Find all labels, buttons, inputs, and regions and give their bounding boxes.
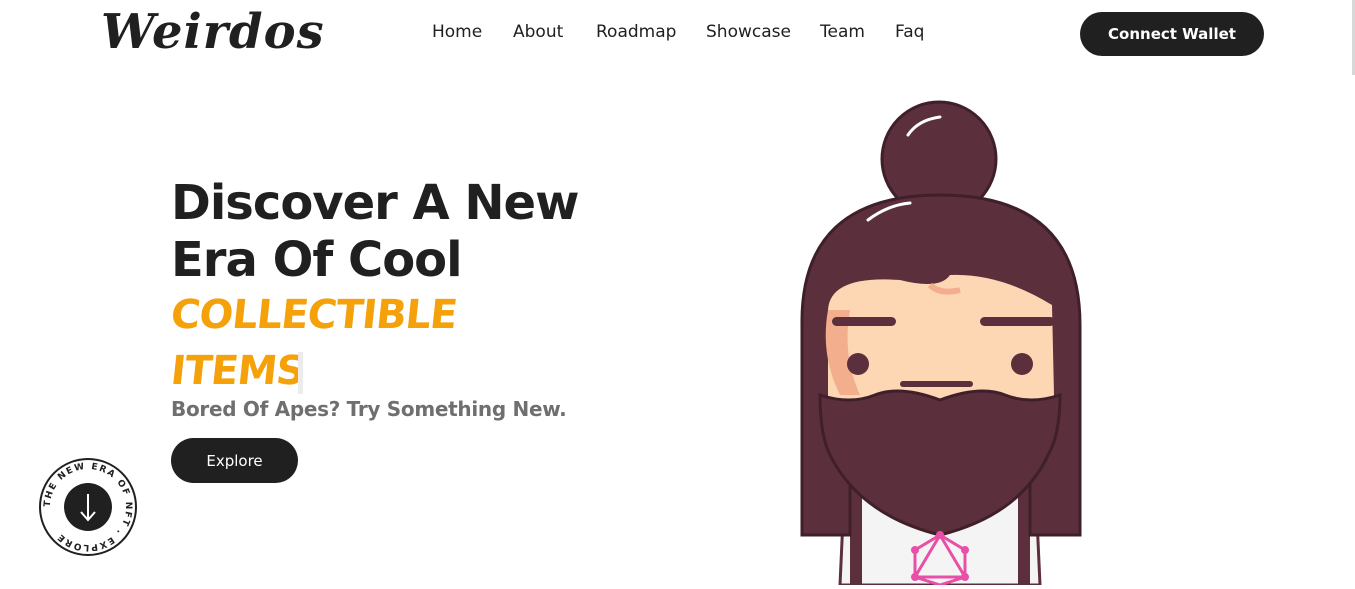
hero-character-illustration [790, 95, 1090, 587]
hero-title: Discover A New Era Of Cool [171, 175, 579, 289]
hero-title-line-1: Discover A New [171, 175, 579, 231]
nav-showcase[interactable]: Showcase [706, 22, 791, 42]
nav-home[interactable]: Home [432, 22, 482, 42]
typed-accent-line-2: ITEMS [168, 348, 307, 394]
scroll-down-badge[interactable]: THE NEW ERA OF NFT . EXPLORE [38, 457, 138, 557]
connect-wallet-button[interactable]: Connect Wallet [1080, 12, 1264, 56]
hero-subtitle: Bored Of Apes? Try Something New. [171, 397, 567, 421]
nav-about[interactable]: About [513, 22, 563, 42]
nav-faq[interactable]: Faq [895, 22, 924, 42]
hero-title-line-2: Era Of Cool [171, 232, 463, 288]
explore-button[interactable]: Explore [171, 438, 298, 483]
typed-accent-line-1: COLLECTIBLE [168, 292, 459, 338]
brand-logo[interactable]: Weirdos [101, 4, 325, 60]
nav-roadmap[interactable]: Roadmap [596, 22, 676, 42]
nav-team[interactable]: Team [820, 22, 865, 42]
typing-caret [298, 352, 303, 394]
